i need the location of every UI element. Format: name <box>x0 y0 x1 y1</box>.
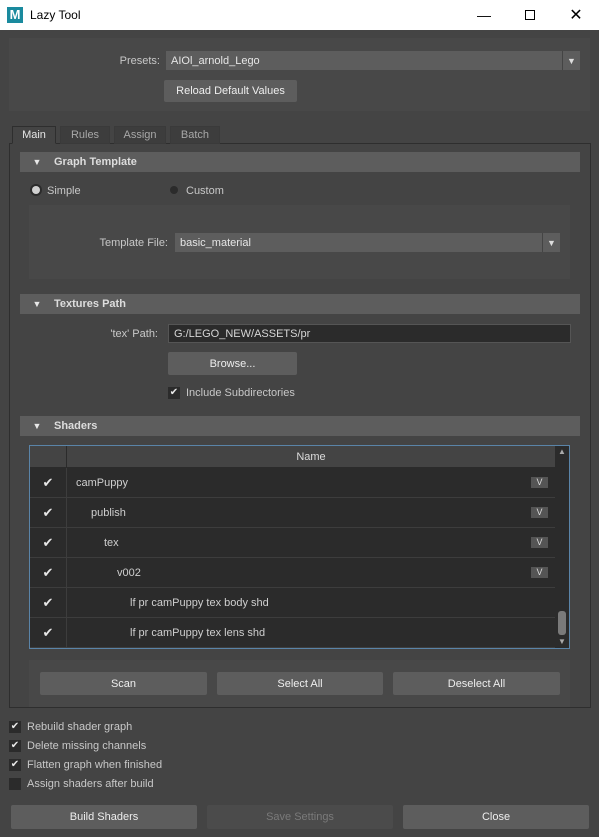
deselect-all-button[interactable]: Deselect All <box>393 672 560 695</box>
flatten-graph-checkbox[interactable]: ✔ <box>9 759 21 771</box>
table-row[interactable]: ✔ lf pr camPuppy tex lens shd <box>30 618 555 648</box>
maximize-button[interactable] <box>507 0 553 30</box>
tex-path-input[interactable]: G:/LEGO_NEW/ASSETS/pr <box>168 324 571 343</box>
minimize-button[interactable]: — <box>461 0 507 30</box>
include-subdirs-checkbox[interactable]: ✔ <box>168 387 180 399</box>
shaders-header[interactable]: ▼ Shaders <box>20 416 580 436</box>
row-checkbox[interactable]: ✔ <box>30 468 67 497</box>
include-subdirs-label: Include Subdirectories <box>186 387 295 399</box>
row-name: camPuppy <box>76 476 128 489</box>
simple-radio[interactable] <box>32 186 40 194</box>
custom-radio[interactable] <box>170 186 178 194</box>
row-checkbox[interactable]: ✔ <box>30 618 67 647</box>
template-file-value: basic_material <box>180 236 251 249</box>
window-title: Lazy Tool <box>30 8 81 22</box>
scrollbar-thumb[interactable] <box>558 611 566 635</box>
row-checkbox[interactable]: ✔ <box>30 588 67 617</box>
close-icon: ✕ <box>569 7 583 24</box>
save-settings-button[interactable]: Save Settings <box>207 805 393 829</box>
table-row[interactable]: ✔ tex V <box>30 528 555 558</box>
version-badge[interactable]: V <box>531 567 548 578</box>
version-badge[interactable]: V <box>531 507 548 518</box>
maya-app-icon: M <box>7 7 23 23</box>
textures-path-title: Textures Path <box>54 298 126 310</box>
row-name: publish <box>91 506 126 519</box>
rebuild-graph-label: Rebuild shader graph <box>27 721 133 733</box>
table-row[interactable]: ✔ v002 V <box>30 558 555 588</box>
assign-shaders-checkbox[interactable] <box>9 778 21 790</box>
template-file-label: Template File: <box>99 237 168 249</box>
tex-path-label: 'tex' Path: <box>110 328 158 340</box>
collapse-triangle-icon: ▼ <box>32 157 42 167</box>
presets-panel <box>9 38 590 111</box>
name-column-header[interactable]: Name <box>67 446 555 467</box>
reload-defaults-button[interactable]: Reload Default Values <box>164 80 297 102</box>
close-window-button[interactable]: ✕ <box>553 0 599 30</box>
collapse-triangle-icon: ▼ <box>32 421 42 431</box>
row-checkbox[interactable]: ✔ <box>30 498 67 527</box>
template-file-dropdown[interactable]: basic_material ▼ <box>175 233 560 252</box>
simple-radio-label: Simple <box>47 185 81 197</box>
check-column-header <box>30 446 67 467</box>
table-row[interactable]: ✔ camPuppy V <box>30 468 555 498</box>
shaders-table[interactable]: Name ✔ camPuppy V ✔ publish V ✔ tex V ✔ v00… <box>29 445 570 649</box>
tab-batch[interactable]: Batch <box>170 126 220 144</box>
table-header: Name <box>30 446 555 467</box>
rebuild-graph-checkbox[interactable]: ✔ <box>9 721 21 733</box>
delete-missing-checkbox[interactable]: ✔ <box>9 740 21 752</box>
tab-main[interactable]: Main <box>12 126 56 144</box>
presets-value: AIOl_arnold_Lego <box>171 54 260 67</box>
maximize-icon <box>525 10 535 20</box>
scroll-down-icon[interactable]: ▼ <box>555 636 569 648</box>
delete-missing-label: Delete missing channels <box>27 740 147 752</box>
table-scrollbar[interactable]: ▲ ▼ <box>555 446 569 648</box>
version-badge[interactable]: V <box>531 477 548 488</box>
flatten-graph-label: Flatten graph when finished <box>27 759 163 771</box>
row-name: tex <box>104 536 119 549</box>
table-row[interactable]: ✔ lf pr camPuppy tex body shd <box>30 588 555 618</box>
presets-label: Presets: <box>119 55 160 67</box>
row-checkbox[interactable]: ✔ <box>30 558 67 587</box>
close-button[interactable]: Close <box>403 805 589 829</box>
version-badge[interactable]: V <box>531 537 548 548</box>
title-bar: M Lazy Tool — ✕ <box>0 0 599 30</box>
textures-path-header[interactable]: ▼ Textures Path <box>20 294 580 314</box>
table-row[interactable]: ✔ publish V <box>30 498 555 528</box>
row-name: v002 <box>117 566 141 579</box>
select-all-button[interactable]: Select All <box>217 672 383 695</box>
row-name: lf pr camPuppy tex lens shd <box>130 626 266 639</box>
tab-rules[interactable]: Rules <box>60 126 110 144</box>
scroll-up-icon[interactable]: ▲ <box>555 446 569 458</box>
graph-template-title: Graph Template <box>54 156 137 168</box>
browse-button[interactable]: Browse... <box>168 352 297 375</box>
collapse-triangle-icon: ▼ <box>32 299 42 309</box>
chevron-down-icon: ▼ <box>562 51 580 70</box>
presets-dropdown[interactable]: AIOl_arnold_Lego ▼ <box>166 51 580 70</box>
chevron-down-icon: ▼ <box>542 233 560 252</box>
row-checkbox[interactable]: ✔ <box>30 528 67 557</box>
row-name: lf pr camPuppy tex body shd <box>130 596 269 609</box>
table-rows: ✔ camPuppy V ✔ publish V ✔ tex V ✔ v002 V ✔ … <box>30 468 555 648</box>
graph-template-header[interactable]: ▼ Graph Template <box>20 152 580 172</box>
scan-button[interactable]: Scan <box>40 672 207 695</box>
build-shaders-button[interactable]: Build Shaders <box>11 805 197 829</box>
assign-shaders-label: Assign shaders after build <box>27 778 154 790</box>
minimize-icon: — <box>477 7 491 23</box>
custom-radio-label: Custom <box>186 185 224 197</box>
tab-assign[interactable]: Assign <box>114 126 166 144</box>
shaders-title: Shaders <box>54 420 98 432</box>
